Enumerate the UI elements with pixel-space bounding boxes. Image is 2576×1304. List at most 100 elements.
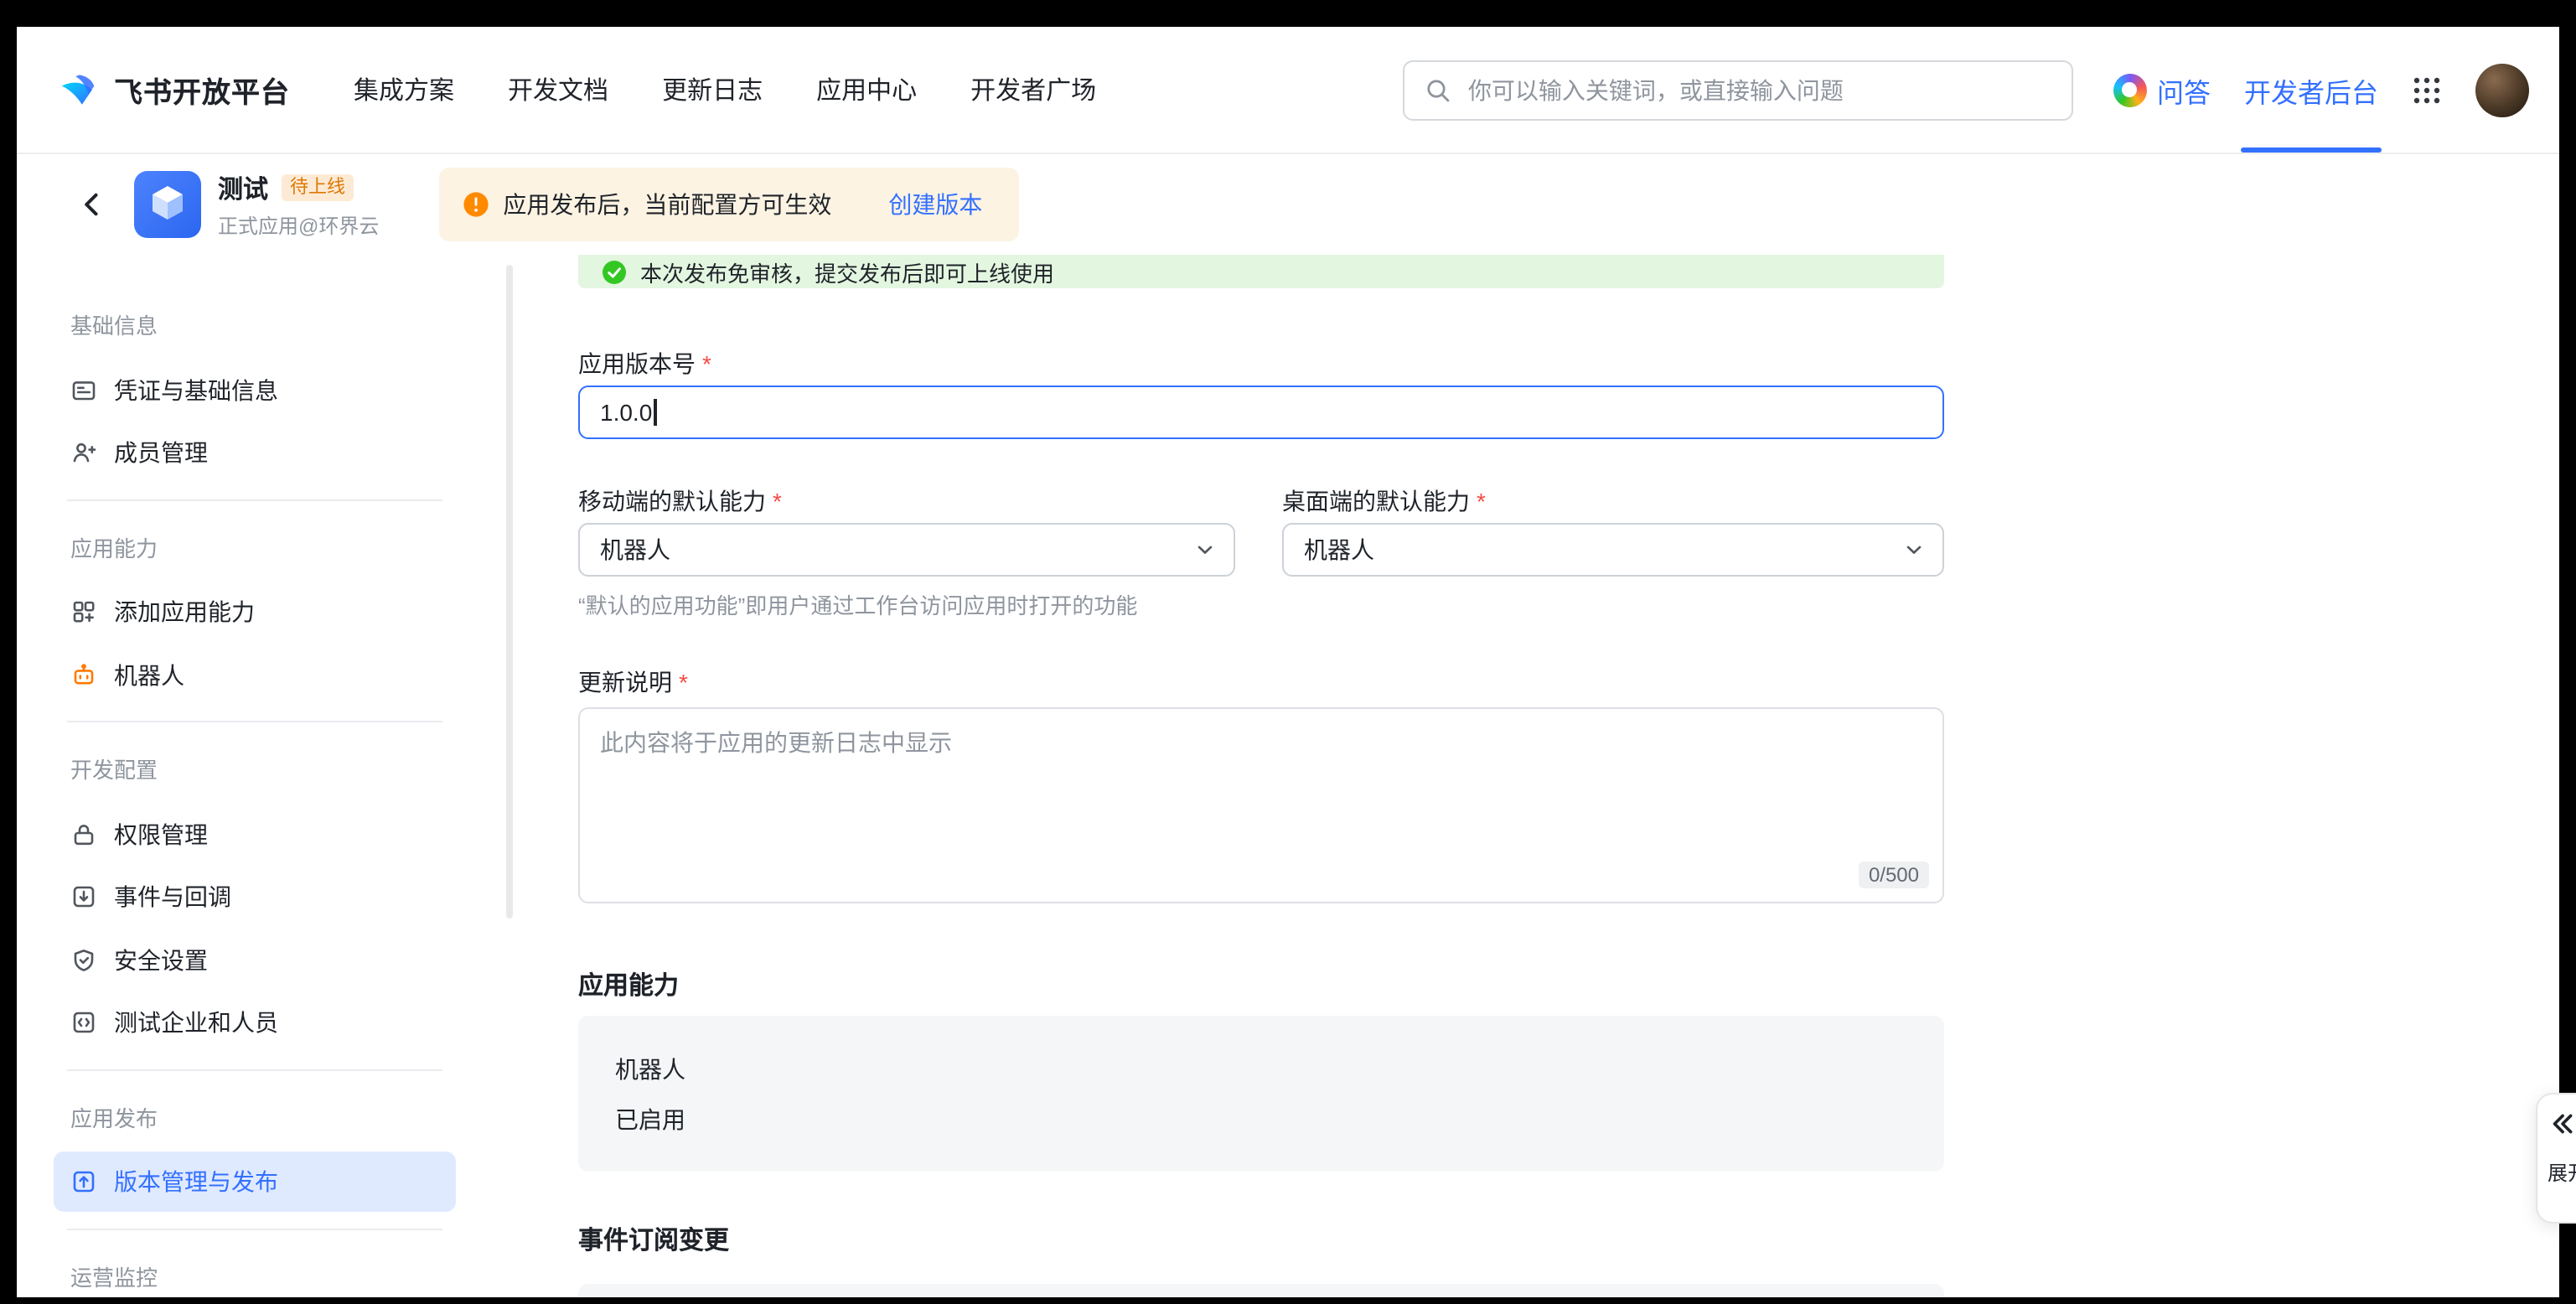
security-icon bbox=[70, 946, 97, 973]
sidebar-item-members[interactable]: 成员管理 bbox=[54, 422, 456, 483]
logo[interactable]: 飞书开放平台 bbox=[59, 68, 290, 111]
nav-item-changelog[interactable]: 更新日志 bbox=[662, 72, 763, 107]
screen: 飞书开放平台 集成方案 开发文档 更新日志 应用中心 开发者广场 bbox=[0, 0, 2576, 1304]
logo-text: 飞书开放平台 bbox=[114, 69, 290, 111]
create-version-link[interactable]: 创建版本 bbox=[888, 188, 982, 221]
browser-page: 飞书开放平台 集成方案 开发文档 更新日志 应用中心 开发者广场 bbox=[17, 27, 2559, 1297]
update-notes-label: 更新说明 * bbox=[578, 667, 1944, 697]
sidebar-item-label: 凭证与基础信息 bbox=[114, 373, 278, 406]
sidebar-item-version-release[interactable]: 版本管理与发布 bbox=[54, 1151, 456, 1212]
app-bar: 测试 待上线 正式应用@环界云 应用发布后，当前配置方可生效 创建版本 bbox=[17, 154, 2559, 255]
members-icon bbox=[70, 439, 97, 466]
chevron-down-icon bbox=[1902, 538, 1926, 561]
version-input-value: 1.0.0 bbox=[600, 399, 652, 426]
version-input[interactable]: 1.0.0 bbox=[578, 386, 1944, 439]
capability-hint: “默认的应用功能”即用户通过工作台访问应用时打开的功能 bbox=[578, 588, 1944, 620]
mobile-capability-select[interactable]: 机器人 bbox=[578, 523, 1235, 577]
alert-text: 应用发布后，当前配置方可生效 bbox=[503, 188, 831, 221]
sidebar-item-permissions[interactable]: 权限管理 bbox=[54, 804, 456, 864]
test-org-icon bbox=[70, 1009, 97, 1036]
active-tab-indicator bbox=[2241, 147, 2382, 153]
nav-item-app-center[interactable]: 应用中心 bbox=[816, 72, 917, 107]
sidebar-section-basic-info: 基础信息 bbox=[54, 292, 456, 357]
event-subscription-title: 事件订阅变更 bbox=[578, 1222, 1944, 1257]
header-right: 问答 开发者后台 bbox=[2113, 27, 2529, 153]
search-icon bbox=[1425, 76, 1451, 103]
sidebar-item-label: 权限管理 bbox=[114, 817, 208, 851]
app-capability-title: 应用能力 bbox=[578, 967, 1944, 1002]
mobile-capability-label: 移动端的默认能力 * bbox=[578, 486, 1235, 516]
avatar[interactable] bbox=[2475, 63, 2529, 116]
sidebar: 基础信息 凭证与基础信息 成员管理 应用能力 bbox=[54, 255, 456, 1297]
permission-icon bbox=[70, 820, 97, 847]
capability-name: 机器人 bbox=[615, 1053, 1907, 1086]
chevron-down-icon bbox=[1193, 538, 1217, 561]
nav-item-developer-plaza[interactable]: 开发者广场 bbox=[970, 72, 1096, 107]
version-release-icon bbox=[70, 1168, 97, 1195]
success-banner: 本次发布免审核，提交发布后即可上线使用 bbox=[578, 255, 1944, 288]
required-marker: * bbox=[1477, 488, 1486, 515]
sidebar-item-security[interactable]: 安全设置 bbox=[54, 929, 456, 990]
chevron-left-icon bbox=[77, 189, 107, 220]
sidebar-scrollbar[interactable] bbox=[506, 265, 513, 918]
char-counter: 0/500 bbox=[1859, 862, 1929, 888]
sidebar-section-monitoring: 运营监控 bbox=[54, 1243, 456, 1297]
capability-status: 已启用 bbox=[615, 1103, 1907, 1136]
app-name: 测试 bbox=[218, 170, 268, 205]
required-marker: * bbox=[679, 669, 688, 696]
sidebar-item-events-callbacks[interactable]: 事件与回调 bbox=[54, 867, 456, 927]
expand-label: 展开 bbox=[2548, 1158, 2576, 1187]
required-marker: * bbox=[702, 350, 711, 377]
app-meta: 测试 待上线 正式应用@环界云 bbox=[218, 170, 379, 239]
sidebar-item-add-capability[interactable]: 添加应用能力 bbox=[54, 582, 456, 642]
sidebar-item-credentials[interactable]: 凭证与基础信息 bbox=[54, 360, 456, 420]
nav-item-docs[interactable]: 开发文档 bbox=[508, 72, 608, 107]
app-subtitle: 正式应用@环界云 bbox=[218, 210, 379, 239]
console-tab-label: 开发者后台 bbox=[2244, 70, 2378, 110]
desktop-capability-label: 桌面端的默认能力 * bbox=[1282, 486, 1944, 516]
sidebar-divider bbox=[54, 707, 456, 736]
mobile-capability-value: 机器人 bbox=[600, 533, 670, 567]
nav-item-integration[interactable]: 集成方案 bbox=[354, 72, 454, 107]
sidebar-item-label: 事件与回调 bbox=[114, 880, 231, 913]
header: 飞书开放平台 集成方案 开发文档 更新日志 应用中心 开发者广场 bbox=[17, 27, 2559, 154]
app-capability-box: 机器人 已启用 bbox=[578, 1016, 1944, 1172]
sidebar-section-dev-config: 开发配置 bbox=[54, 736, 456, 801]
text-caret bbox=[654, 399, 656, 426]
version-field-label: 应用版本号 * bbox=[578, 349, 1944, 379]
sidebar-item-test-org[interactable]: 测试企业和人员 bbox=[54, 992, 456, 1053]
sidebar-item-robot[interactable]: 机器人 bbox=[54, 644, 456, 705]
success-check-icon bbox=[602, 259, 627, 284]
sidebar-item-label: 测试企业和人员 bbox=[114, 1006, 278, 1039]
sidebar-divider bbox=[54, 485, 456, 514]
event-callback-icon bbox=[70, 883, 97, 910]
sidebar-section-release: 应用发布 bbox=[54, 1084, 456, 1149]
sidebar-item-label: 成员管理 bbox=[114, 436, 208, 469]
app-icon bbox=[134, 171, 201, 238]
credential-icon bbox=[70, 376, 97, 403]
apps-grid-icon[interactable] bbox=[2412, 75, 2442, 105]
search-box[interactable] bbox=[1403, 60, 2073, 120]
required-marker: * bbox=[773, 488, 782, 515]
sidebar-section-capabilities: 应用能力 bbox=[54, 514, 456, 579]
event-subscription-box bbox=[578, 1284, 1944, 1297]
sidebar-item-label: 版本管理与发布 bbox=[114, 1165, 278, 1198]
feishu-logo-icon bbox=[59, 68, 102, 111]
sidebar-item-label: 安全设置 bbox=[114, 943, 208, 976]
content-area: 基础信息 凭证与基础信息 成员管理 应用能力 bbox=[17, 255, 2559, 1297]
back-button[interactable] bbox=[77, 189, 107, 220]
qa-icon bbox=[2113, 73, 2147, 106]
alert-banner: 应用发布后，当前配置方可生效 创建版本 bbox=[439, 168, 1019, 241]
expand-panel[interactable]: 展开 bbox=[2536, 1093, 2576, 1224]
desktop-capability-value: 机器人 bbox=[1304, 533, 1374, 567]
qa-link[interactable]: 问答 bbox=[2113, 70, 2211, 110]
console-tab[interactable]: 开发者后台 bbox=[2244, 27, 2378, 153]
double-chevron-left-icon bbox=[2548, 1110, 2576, 1138]
search-input[interactable] bbox=[1465, 75, 2051, 105]
success-banner-text: 本次发布免审核，提交发布后即可上线使用 bbox=[640, 256, 1054, 287]
main-panel: 本次发布免审核，提交发布后即可上线使用 应用版本号 * 1.0.0 移动端的默认… bbox=[578, 255, 1944, 1297]
update-notes-textarea[interactable] bbox=[578, 707, 1944, 903]
robot-icon bbox=[70, 661, 97, 688]
desktop-capability-select[interactable]: 机器人 bbox=[1282, 523, 1944, 577]
sidebar-item-label: 机器人 bbox=[114, 658, 184, 691]
